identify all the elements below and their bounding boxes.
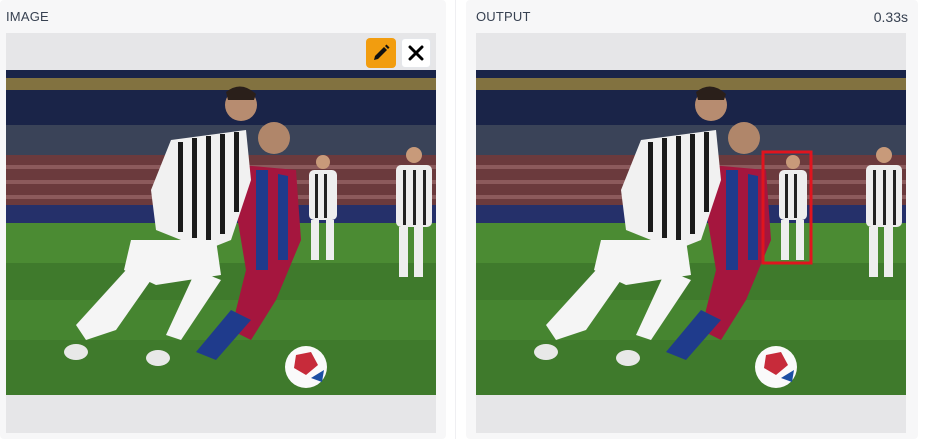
edit-button[interactable] (366, 38, 396, 68)
panel-divider (455, 0, 456, 439)
input-panel: IMAGE (0, 0, 446, 439)
output-panel: OUTPUT 0.33s (466, 0, 918, 439)
soccer-photo-annotated (476, 70, 906, 395)
soccer-photo (6, 70, 436, 395)
inference-time: 0.33s (873, 9, 908, 25)
output-panel-label: OUTPUT (476, 9, 531, 24)
input-panel-label: IMAGE (6, 9, 49, 24)
pencil-icon (374, 44, 390, 60)
close-button[interactable] (401, 38, 431, 68)
input-image-frame (6, 33, 436, 433)
close-icon (408, 45, 424, 61)
output-image-frame (476, 33, 906, 433)
